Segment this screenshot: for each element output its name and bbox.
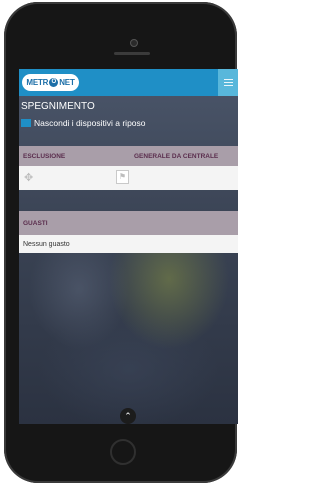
hamburger-line <box>223 79 233 80</box>
logo-text-left: METR <box>26 78 49 87</box>
hide-idle-checkbox[interactable] <box>21 119 31 127</box>
no-faults-text: Nessun guasto <box>23 240 70 248</box>
exclusion-column-label: ESCLUSIONE <box>23 152 66 160</box>
faults-header: GUASTI <box>19 211 238 235</box>
exclusion-row: ✥ ⚑ <box>19 166 238 190</box>
logo-text-mid: O <box>49 78 59 87</box>
hide-idle-label: Nascondi i dispositivi a riposo <box>34 118 146 128</box>
logo-text-right: NET <box>59 78 75 87</box>
general-from-central-column-label: GENERALE DA CENTRALE <box>134 152 219 160</box>
phone-frame: METR O NET SPEGNIMENTO Nascondi i dispos… <box>4 2 238 483</box>
app-header: METR O NET <box>19 69 238 96</box>
app-screen: METR O NET SPEGNIMENTO Nascondi i dispos… <box>19 69 238 424</box>
move-icon[interactable]: ✥ <box>24 172 36 184</box>
menu-button[interactable] <box>218 69 238 96</box>
scroll-up-button[interactable]: ⌃ <box>120 408 136 424</box>
home-button[interactable] <box>110 439 136 465</box>
camera-icon <box>130 39 138 47</box>
faults-title: GUASTI <box>23 219 48 227</box>
hide-idle-toggle-row[interactable]: Nascondi i dispositivi a riposo <box>21 118 146 128</box>
hamburger-line <box>223 85 233 86</box>
page-title: SPEGNIMENTO <box>21 101 95 112</box>
faults-row: Nessun guasto <box>19 235 238 253</box>
hamburger-line <box>223 82 233 83</box>
flag-icon[interactable]: ⚑ <box>116 170 129 184</box>
metronet-logo[interactable]: METR O NET <box>22 74 79 91</box>
speaker-grille <box>114 52 150 55</box>
exclusion-header: ESCLUSIONE GENERALE DA CENTRALE <box>19 146 238 166</box>
